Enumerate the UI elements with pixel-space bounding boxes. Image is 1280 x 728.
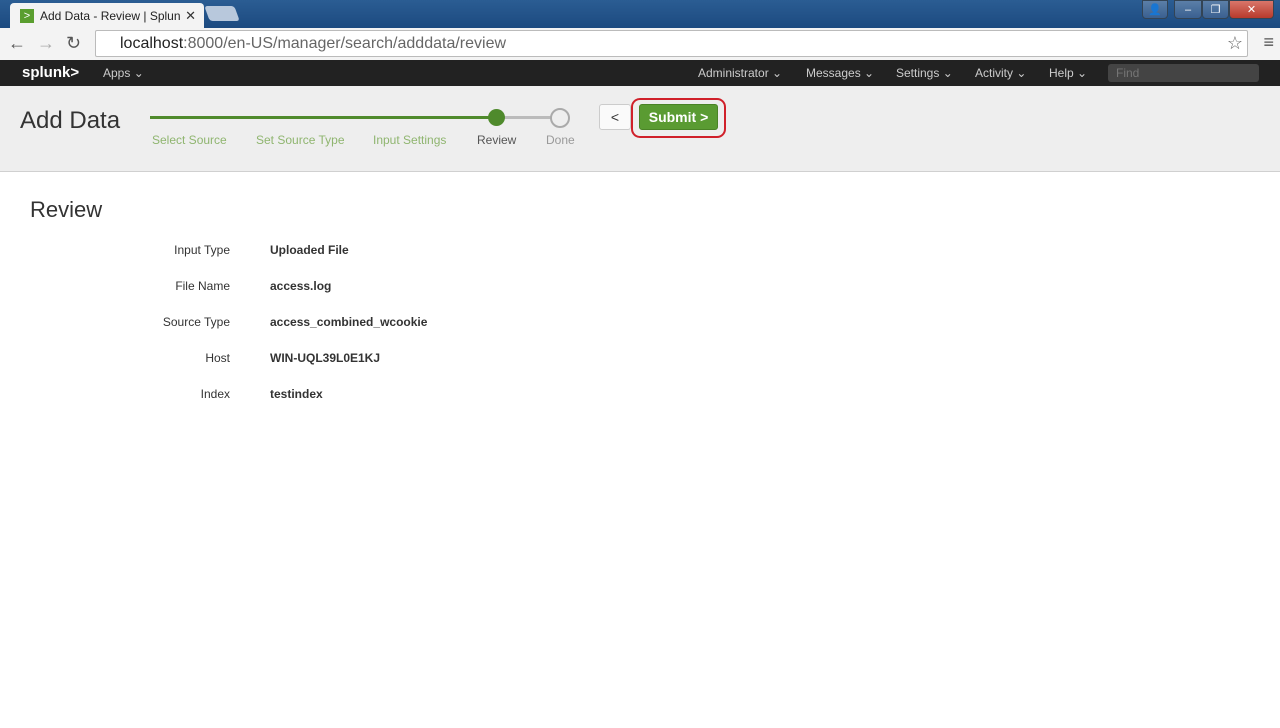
- back-button[interactable]: <: [599, 104, 631, 130]
- administrator-menu[interactable]: Administrator ⌄: [698, 66, 782, 80]
- browser-titlebar: > Add Data - Review | Splun ✕ 👤 – ❐ ✕: [0, 0, 1280, 28]
- browser-tab[interactable]: > Add Data - Review | Splun ✕: [10, 3, 204, 28]
- bookmark-star-icon[interactable]: ☆: [1227, 31, 1243, 56]
- menu-label: Messages: [806, 66, 861, 80]
- splunk-logo[interactable]: splunk>: [22, 64, 79, 81]
- step-pending-dot: [550, 108, 570, 128]
- address-bar[interactable]: localhost:8000/en-US/manager/search/addd…: [95, 30, 1248, 57]
- step-input-settings: Input Settings: [373, 133, 447, 147]
- reload-icon[interactable]: ↻: [66, 33, 81, 54]
- review-label: Input Type: [174, 243, 230, 257]
- menu-icon[interactable]: ≡: [1263, 32, 1274, 53]
- review-label: Source Type: [162, 315, 230, 329]
- messages-menu[interactable]: Messages ⌄: [806, 66, 874, 80]
- apps-label: Apps: [103, 66, 131, 80]
- menu-label: Activity: [975, 66, 1014, 80]
- close-tab-icon[interactable]: ✕: [185, 8, 196, 24]
- back-arrow-icon[interactable]: ←: [8, 33, 26, 54]
- forward-arrow-icon[interactable]: →: [37, 33, 55, 54]
- splunk-favicon: >: [20, 8, 34, 23]
- browser-toolbar: ← → ↻ localhost:8000/en-US/manager/searc…: [0, 28, 1280, 60]
- apps-menu[interactable]: Apps ⌄: [103, 66, 144, 80]
- menu-label: Help: [1049, 66, 1074, 80]
- url-host: localhost: [120, 35, 184, 52]
- step-current-dot: [488, 109, 505, 126]
- review-label: Host: [205, 351, 230, 365]
- splunk-navbar: splunk> Apps ⌄ Administrator ⌄ Messages …: [0, 60, 1280, 86]
- minimize-button[interactable]: –: [1174, 0, 1202, 19]
- find-input[interactable]: [1108, 64, 1259, 82]
- step-done: Done: [546, 133, 575, 147]
- user-icon[interactable]: 👤: [1142, 0, 1168, 19]
- review-value: WIN-UQL39L0E1KJ: [270, 351, 381, 365]
- restore-button[interactable]: ❐: [1202, 0, 1229, 19]
- step-select-source: Select Source: [152, 133, 227, 147]
- menu-label: Settings: [896, 66, 940, 80]
- url-path: :8000/en-US/manager/search/adddata/revie…: [183, 35, 507, 52]
- review-label: Index: [200, 387, 230, 401]
- review-value: testindex: [270, 387, 323, 401]
- add-data-header: Add Data Select Source Set Source Type I…: [0, 86, 1280, 172]
- submit-button[interactable]: Submit >: [639, 104, 718, 130]
- new-tab-button[interactable]: [204, 6, 240, 21]
- settings-menu[interactable]: Settings ⌄: [896, 66, 953, 80]
- progress-complete: [150, 116, 496, 119]
- step-set-source-type: Set Source Type: [256, 133, 345, 147]
- close-window-button[interactable]: ✕: [1229, 0, 1274, 19]
- step-review: Review: [477, 133, 517, 147]
- review-value: access_combined_wcookie: [270, 315, 428, 329]
- review-value: Uploaded File: [270, 243, 349, 257]
- review-value: access.log: [270, 279, 332, 293]
- menu-label: Administrator: [698, 66, 769, 80]
- review-label: File Name: [175, 279, 230, 293]
- help-menu[interactable]: Help ⌄: [1049, 66, 1087, 80]
- tab-title: Add Data - Review | Splun: [40, 8, 181, 23]
- activity-menu[interactable]: Activity ⌄: [975, 66, 1026, 80]
- review-heading: Review: [30, 197, 103, 222]
- page-title: Add Data: [20, 107, 121, 134]
